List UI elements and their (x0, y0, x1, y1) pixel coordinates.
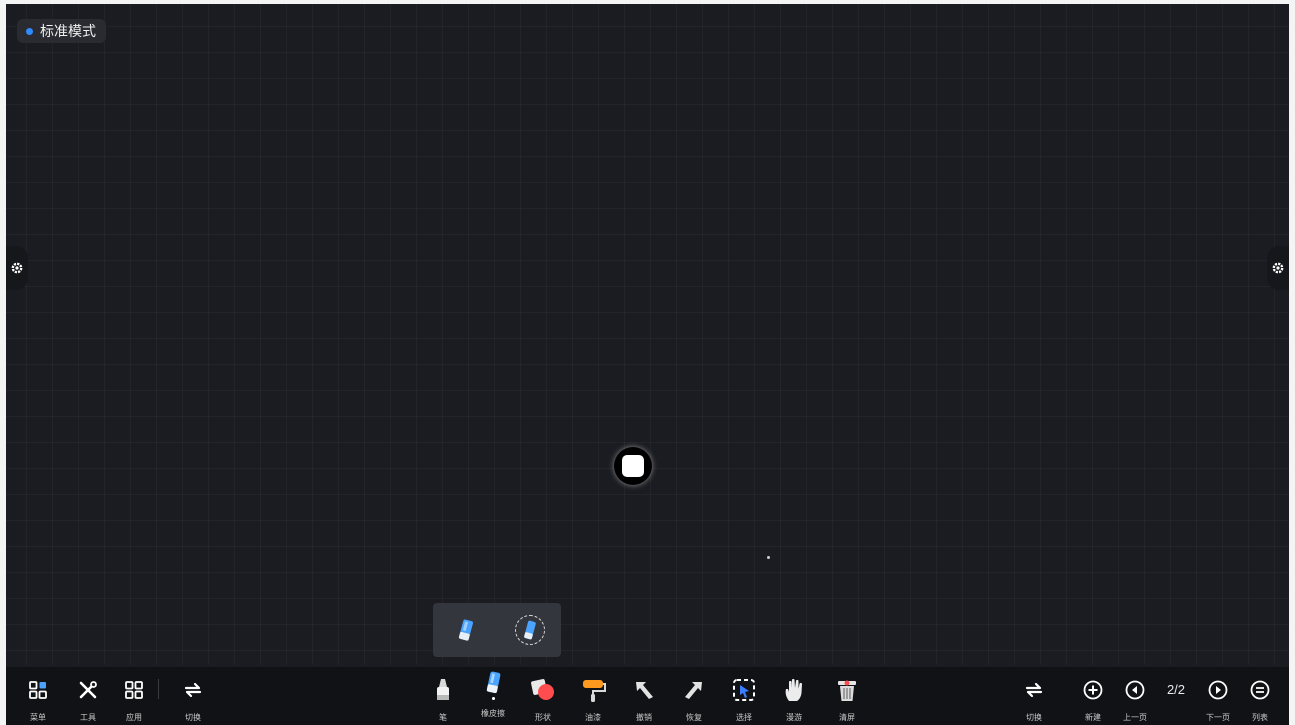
frame-top-border (0, 0, 1295, 4)
toolbar-divider (158, 679, 159, 699)
apps-grid-icon (29, 681, 47, 699)
pen-label: 笔 (439, 713, 447, 722)
prev-page-icon (1125, 680, 1145, 700)
list-icon (1250, 680, 1270, 700)
next-page-label: 下一页 (1206, 713, 1230, 722)
switch-right-label: 切换 (1026, 713, 1042, 722)
menu-label: 菜单 (30, 713, 46, 722)
selected-indicator (491, 697, 495, 700)
tools-label: 工具 (80, 713, 96, 722)
roam-button[interactable]: 漫游 (772, 667, 816, 725)
pen-icon (437, 679, 449, 700)
undo-button[interactable]: 撤销 (622, 667, 666, 725)
eraser-small-icon (458, 619, 473, 641)
eraser-options-popup (433, 603, 561, 657)
shape-button[interactable]: 形状 (521, 667, 565, 725)
shape-icon (531, 679, 554, 700)
eraser-label: 橡皮擦 (481, 709, 505, 718)
undo-arrow-icon (636, 682, 653, 699)
page-indicator-text: 2/2 (1166, 682, 1186, 697)
hand-icon (785, 678, 802, 701)
menu-button[interactable]: 菜单 (16, 667, 60, 725)
redo-arrow-icon (685, 682, 702, 699)
eraser-cursor (614, 447, 652, 485)
page-list-button[interactable]: 列表 (1238, 667, 1282, 725)
undo-label: 撤销 (636, 713, 652, 722)
gear-icon (11, 262, 23, 274)
app-grid-icon (125, 681, 143, 699)
gear-icon (1272, 262, 1284, 274)
switch-left-button[interactable]: 切换 (171, 667, 215, 725)
eraser-small-option[interactable] (449, 613, 483, 647)
shape-label: 形状 (535, 713, 551, 722)
prev-page-label: 上一页 (1123, 713, 1147, 722)
switch-right-button[interactable]: 切换 (1012, 667, 1056, 725)
tools-icon (79, 681, 97, 699)
left-settings-tab[interactable] (6, 246, 28, 290)
switch-icon (184, 682, 202, 698)
next-page-button[interactable]: 下一页 (1196, 667, 1240, 725)
redo-label: 恢复 (686, 713, 702, 722)
page-indicator: 2/2 (1154, 667, 1198, 725)
ink-dot (767, 556, 770, 559)
switch-left-label: 切换 (185, 713, 201, 722)
apps-label: 应用 (126, 713, 142, 722)
mode-label: 标准模式 (40, 23, 96, 39)
roam-label: 漫游 (786, 713, 802, 722)
eraser-button[interactable]: 橡皮擦 (471, 662, 515, 720)
eraser-area-option[interactable] (515, 615, 545, 645)
new-page-button[interactable]: 新建 (1071, 667, 1115, 725)
pen-button[interactable]: 笔 (421, 667, 465, 725)
apps-button[interactable]: 应用 (112, 667, 156, 725)
paint-label: 油漆 (585, 713, 601, 722)
mode-dot-icon (26, 27, 33, 35)
paint-roller-icon (583, 680, 606, 702)
clear-label: 清屏 (839, 713, 855, 722)
right-settings-tab[interactable] (1267, 246, 1289, 290)
page-list-label: 列表 (1252, 713, 1268, 722)
eraser-area-icon (524, 620, 536, 640)
mode-badge[interactable]: 标准模式 (17, 19, 106, 43)
clear-button[interactable]: 清屏 (825, 667, 869, 725)
select-button[interactable]: 选择 (722, 667, 766, 725)
switch-icon (1025, 682, 1043, 698)
paint-button[interactable]: 油漆 (571, 667, 615, 725)
plus-circle-icon (1083, 680, 1103, 700)
redo-button[interactable]: 恢复 (672, 667, 716, 725)
new-page-label: 新建 (1085, 713, 1101, 722)
whiteboard-canvas[interactable] (0, 0, 1295, 665)
frame-right-border (1289, 0, 1295, 725)
trash-icon (838, 680, 856, 701)
frame-left-border (0, 0, 6, 725)
tools-button[interactable]: 工具 (66, 667, 110, 725)
eraser-icon (486, 671, 501, 694)
select-label: 选择 (736, 713, 752, 722)
select-icon (733, 679, 755, 701)
prev-page-button[interactable]: 上一页 (1113, 667, 1157, 725)
next-page-icon (1208, 680, 1228, 700)
